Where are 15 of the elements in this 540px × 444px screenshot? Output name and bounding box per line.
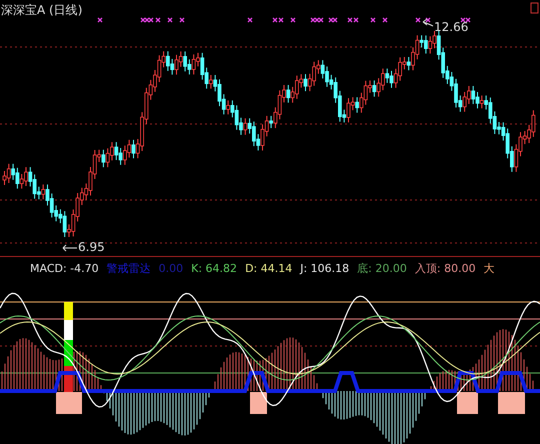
low-pointer-arrow (62, 244, 78, 252)
indicator-value: J: 106.18 (300, 262, 350, 275)
indicator-value: D: 44.14 (245, 262, 292, 275)
indicator-value: 警戒雷达 (106, 261, 151, 276)
indicator-value: K: 64.82 (191, 262, 238, 275)
indicator-value: MACD: -4.70 (30, 262, 99, 275)
indicator-value: 底: 20.00 (357, 261, 407, 276)
high-pointer-arrow (422, 18, 434, 26)
high-price-label: 12.66 (434, 20, 468, 34)
window-frame-icon (530, 2, 538, 14)
indicator-value: 大 (484, 261, 495, 276)
indicator-value: 入顶: 80.00 (414, 261, 476, 276)
chart-title: 深深宝A (日线) (1, 2, 82, 19)
low-price-label: 6.95 (78, 240, 105, 254)
indicator-value: 0.00 (158, 262, 184, 275)
